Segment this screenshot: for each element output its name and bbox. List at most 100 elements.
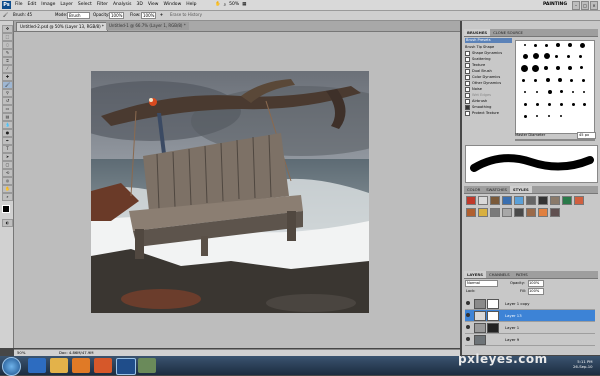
- style-swatch[interactable]: [574, 196, 584, 205]
- master-diameter-input[interactable]: 45 px: [577, 132, 596, 139]
- type-tool-icon[interactable]: T: [2, 145, 13, 153]
- menu-image[interactable]: Image: [41, 2, 55, 7]
- foreground-color-swatch[interactable]: [2, 205, 10, 213]
- firefox-icon[interactable]: [94, 358, 112, 373]
- move-tool-icon[interactable]: ✥: [2, 25, 13, 33]
- quick-mask-icon[interactable]: ◐: [2, 219, 13, 227]
- opacity-input[interactable]: 100%: [109, 12, 124, 19]
- menu-select[interactable]: Select: [78, 2, 92, 7]
- style-swatch[interactable]: [466, 208, 476, 217]
- layer-row[interactable]: Layer 9: [465, 334, 595, 346]
- tab-brushes[interactable]: BRUSHES: [464, 29, 491, 36]
- lasso-tool-icon[interactable]: ◌: [2, 41, 13, 49]
- menu-3d[interactable]: 3D: [136, 2, 142, 7]
- style-swatch[interactable]: [502, 196, 512, 205]
- eraser-tool-icon[interactable]: ▭: [2, 105, 13, 113]
- menu-view[interactable]: View: [148, 2, 159, 7]
- 3d-orbit-tool-icon[interactable]: ◎: [2, 177, 13, 185]
- ie-icon[interactable]: [28, 358, 46, 373]
- menu-edit[interactable]: Edit: [28, 2, 37, 7]
- style-swatch[interactable]: [550, 196, 560, 205]
- close-button[interactable]: ×: [590, 1, 598, 10]
- tab-untitled-1[interactable]: Untitled-1 @ 66.7% (Layer 1, RGB/8) *: [106, 22, 189, 30]
- healing-tool-icon[interactable]: ✚: [2, 73, 13, 81]
- 3d-rotate-tool-icon[interactable]: ⟲: [2, 169, 13, 177]
- layer-row[interactable]: Layer 1 copy: [465, 298, 595, 310]
- tab-swatches[interactable]: SWATCHES: [483, 186, 510, 193]
- arrange-icon[interactable]: ▦: [242, 2, 246, 8]
- media-player-icon[interactable]: [72, 358, 90, 373]
- style-swatch[interactable]: [562, 196, 572, 205]
- tab-layers[interactable]: LAYERS: [464, 271, 486, 278]
- path-select-tool-icon[interactable]: ➤: [2, 153, 13, 161]
- document-canvas-image[interactable]: [91, 71, 369, 313]
- brush-option[interactable]: Protect Texture: [465, 110, 512, 116]
- style-swatch[interactable]: [526, 196, 536, 205]
- zoom-level[interactable]: 50%: [229, 2, 239, 8]
- style-swatch[interactable]: [538, 208, 548, 217]
- flow-input[interactable]: 100%: [141, 12, 156, 19]
- tab-color[interactable]: COLOR: [464, 186, 483, 193]
- blend-mode-select[interactable]: Normal: [465, 280, 498, 287]
- brush-tool-icon[interactable]: 🖌: [3, 12, 8, 17]
- zoom-tool-icon[interactable]: ⌕: [2, 193, 13, 201]
- tab-channels[interactable]: CHANNELS: [486, 271, 513, 278]
- style-swatch[interactable]: [466, 196, 476, 205]
- app-icon[interactable]: [138, 358, 156, 373]
- fill-input[interactable]: 100%: [528, 288, 544, 295]
- history-brush-tool-icon[interactable]: ↺: [2, 97, 13, 105]
- workspace-switcher[interactable]: PAINTING: [543, 2, 567, 7]
- dodge-tool-icon[interactable]: ●: [2, 129, 13, 137]
- brush-tool-icon[interactable]: 🖌: [2, 81, 13, 89]
- crop-tool-icon[interactable]: ⌗: [2, 57, 13, 65]
- visibility-eye-icon[interactable]: [466, 337, 470, 341]
- marquee-tool-icon[interactable]: ⬚: [2, 33, 13, 41]
- brush-size-picker[interactable]: 45: [27, 12, 32, 17]
- menu-window[interactable]: Window: [164, 2, 182, 7]
- style-swatch[interactable]: [538, 196, 548, 205]
- menu-help[interactable]: Help: [186, 2, 196, 7]
- clone-stamp-tool-icon[interactable]: ⚲: [2, 89, 13, 97]
- tab-untitled-2[interactable]: Untitled-2.psd @ 50% (Layer 13, RGB/8) *: [16, 22, 108, 31]
- shape-tool-icon[interactable]: ▢: [2, 161, 13, 169]
- zoom-icon[interactable]: ⌕: [224, 2, 227, 8]
- eyedropper-tool-icon[interactable]: ⁄: [2, 65, 13, 73]
- gradient-tool-icon[interactable]: ▤: [2, 113, 13, 121]
- style-swatch[interactable]: [490, 196, 500, 205]
- style-swatch[interactable]: [550, 208, 560, 217]
- minimize-button[interactable]: –: [572, 1, 580, 10]
- status-zoom[interactable]: 50%: [17, 350, 25, 355]
- tab-paths[interactable]: PATHS: [513, 271, 531, 278]
- menu-analysis[interactable]: Analysis: [113, 2, 132, 7]
- photoshop-icon[interactable]: [116, 358, 136, 375]
- style-swatch[interactable]: [478, 208, 488, 217]
- style-swatch[interactable]: [514, 208, 524, 217]
- visibility-eye-icon[interactable]: [466, 325, 470, 329]
- mode-select[interactable]: Brush: [67, 12, 90, 19]
- menu-file[interactable]: File: [15, 2, 23, 7]
- style-swatch[interactable]: [478, 196, 488, 205]
- blur-tool-icon[interactable]: 💧: [2, 121, 13, 129]
- quick-select-tool-icon[interactable]: ✎: [2, 49, 13, 57]
- airbrush-icon[interactable]: ✈: [160, 12, 163, 17]
- layer-opacity-input[interactable]: 100%: [528, 280, 544, 287]
- start-button[interactable]: [2, 357, 21, 376]
- layer-row[interactable]: Layer 1: [465, 322, 595, 334]
- visibility-eye-icon[interactable]: [466, 313, 470, 317]
- system-clock[interactable]: 5:11 PM 26-Sep-10: [573, 359, 593, 369]
- menu-layer[interactable]: Layer: [60, 2, 73, 7]
- brush-tip-grid[interactable]: [515, 40, 595, 134]
- hand-icon[interactable]: ✋: [215, 2, 221, 8]
- tab-styles[interactable]: STYLES: [509, 186, 532, 193]
- style-swatch[interactable]: [490, 208, 500, 217]
- folder-icon[interactable]: [50, 358, 68, 373]
- visibility-eye-icon[interactable]: [466, 301, 470, 305]
- layer-row-selected[interactable]: Layer 13: [465, 310, 595, 322]
- style-swatch[interactable]: [502, 208, 512, 217]
- erase-to-history-checkbox[interactable]: Erase to History: [170, 12, 202, 17]
- tab-clone-source[interactable]: CLONE SOURCE: [490, 29, 526, 36]
- maximize-button[interactable]: □: [581, 1, 589, 10]
- master-diameter-slider[interactable]: [515, 139, 595, 141]
- hand-tool-icon[interactable]: ✋: [2, 185, 13, 193]
- brush-presets-button[interactable]: Brush Presets: [465, 38, 512, 43]
